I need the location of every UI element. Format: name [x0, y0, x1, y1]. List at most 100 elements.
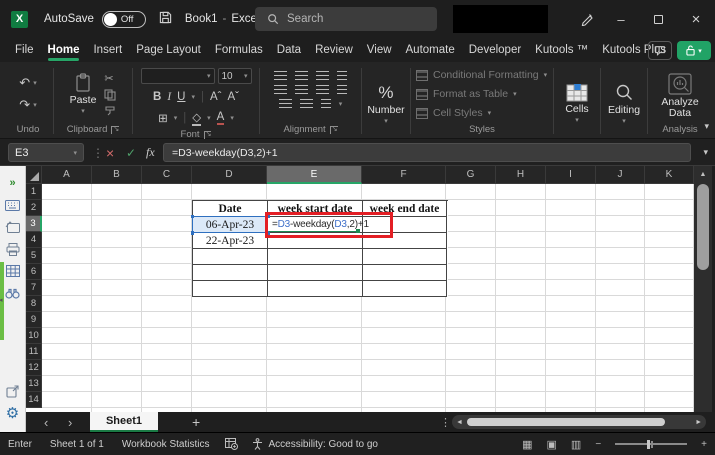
zoom-slider[interactable] [615, 439, 688, 449]
undo-button[interactable]: ↶ ▾ [19, 73, 36, 93]
tab-data[interactable]: Data [270, 40, 308, 61]
clipboard-dialog-launcher[interactable]: ↘ [111, 125, 120, 134]
horizontal-scrollbar[interactable]: ◄ ► [452, 415, 706, 429]
column-header-F[interactable]: F [362, 166, 446, 184]
table-cell[interactable] [268, 265, 363, 281]
page-layout-view-button[interactable]: ▣ [547, 438, 557, 451]
sheet-count[interactable]: Sheet 1 of 1 [50, 439, 104, 450]
zoom-in-button[interactable]: + [701, 439, 707, 450]
cell-styles-button[interactable]: Cell Styles ▾ [412, 105, 552, 122]
share-button[interactable]: ▾ [677, 41, 711, 60]
scroll-left-arrow-icon[interactable]: ◄ [452, 419, 467, 426]
analyze-data-button[interactable]: Analyze Data [661, 70, 699, 119]
table-cell[interactable] [363, 265, 447, 281]
merge-center-button[interactable] [320, 99, 331, 108]
table-cell[interactable] [193, 281, 268, 297]
column-header-E[interactable]: E [267, 166, 362, 184]
tab-kutools[interactable]: Kutools ™ [528, 40, 595, 61]
column-header-G[interactable]: G [446, 166, 496, 184]
row-header-4[interactable]: 4 [26, 232, 42, 248]
orientation-button[interactable] [337, 71, 347, 80]
paste-button[interactable]: Paste ▾ [70, 70, 96, 115]
collapse-ribbon-chevron[interactable]: ▾ [704, 121, 709, 132]
horizontal-scroll-thumb[interactable] [466, 418, 665, 426]
column-header-B[interactable]: B [92, 166, 142, 184]
maximize-button[interactable] [641, 0, 675, 38]
align-bottom-button[interactable] [316, 71, 329, 80]
select-all-corner[interactable] [26, 166, 42, 184]
expand-pane-button[interactable]: » [0, 172, 25, 194]
shrink-font-button[interactable]: Aˇ [227, 91, 239, 103]
next-sheet-button[interactable]: › [68, 412, 72, 432]
popout-pane-button[interactable] [0, 380, 25, 402]
tab-automate[interactable]: Automate [399, 40, 462, 61]
zoom-slider-thumb[interactable] [646, 439, 650, 449]
print-pane-button[interactable] [0, 238, 25, 260]
row-header-7[interactable]: 7 [26, 280, 42, 296]
enter-formula-button[interactable]: ✓ [126, 143, 136, 162]
grow-font-button[interactable]: Aˆ [210, 91, 222, 103]
collapse-pane-arrow-icon[interactable]: ◂ [0, 296, 3, 304]
tab-review[interactable]: Review [308, 40, 360, 61]
workbook-pane-button[interactable] [0, 194, 25, 216]
vertical-scroll-thumb[interactable] [697, 184, 709, 270]
workbook-statistics-button[interactable]: Workbook Statistics [122, 439, 210, 450]
page-break-view-button[interactable]: ▥ [571, 438, 581, 451]
wrap-text-button[interactable] [337, 85, 347, 94]
borders-button[interactable]: ⊞ [158, 111, 168, 125]
row-header-5[interactable]: 5 [26, 248, 42, 264]
row-header-3[interactable]: 3 [26, 216, 42, 232]
column-header-A[interactable]: A [42, 166, 92, 184]
conditional-formatting-button[interactable]: Conditional Formatting ▾ [412, 67, 552, 84]
table-cell[interactable] [193, 249, 268, 265]
copy-icon[interactable] [104, 89, 116, 101]
tab-developer[interactable]: Developer [462, 40, 528, 61]
decrease-indent-button[interactable] [278, 99, 292, 108]
format-painter-icon[interactable] [104, 105, 116, 117]
editing-button[interactable]: Editing ▾ [608, 80, 640, 125]
search-input[interactable]: Search [255, 7, 437, 31]
normal-view-button[interactable]: ▦ [522, 438, 532, 451]
redo-button[interactable]: ↷ ▾ [19, 95, 36, 115]
cancel-entry-button[interactable]: × [106, 143, 114, 162]
name-box[interactable]: E3 ▾ [8, 143, 84, 162]
format-as-table-button[interactable]: Format as Table ▾ [412, 86, 552, 103]
table-header-cell[interactable]: Date [193, 201, 268, 217]
tab-insert[interactable]: Insert [86, 40, 129, 61]
row-header-10[interactable]: 10 [26, 328, 42, 344]
workbook-statistics-icon[interactable] [225, 438, 239, 450]
bold-button[interactable]: B [153, 91, 161, 103]
add-sheet-button[interactable]: + [192, 412, 200, 432]
row-header-6[interactable]: 6 [26, 264, 42, 280]
tab-view[interactable]: View [360, 40, 399, 61]
alignment-dialog-launcher[interactable]: ↘ [329, 125, 338, 134]
table-cell[interactable] [268, 281, 363, 297]
row-header-8[interactable]: 8 [26, 296, 42, 312]
scroll-up-arrow-icon[interactable]: ▲ [694, 166, 712, 183]
form-pane-button[interactable] [0, 216, 25, 238]
tab-bar-more-dots[interactable]: ⋮ [440, 412, 451, 432]
column-header-K[interactable]: K [645, 166, 694, 184]
column-header-H[interactable]: H [496, 166, 546, 184]
autosave-toggle[interactable]: Off [101, 10, 146, 28]
font-dialog-launcher[interactable]: ↘ [203, 130, 212, 139]
formula-bar-dots[interactable]: ⋮ [92, 143, 104, 162]
row-header-1[interactable]: 1 [26, 184, 42, 200]
fill-color-button[interactable]: ◇ [192, 110, 202, 126]
row-header-13[interactable]: 13 [26, 376, 42, 392]
save-icon[interactable] [159, 11, 172, 27]
increase-indent-button[interactable] [299, 99, 313, 108]
excel-app-icon[interactable]: X [11, 10, 28, 28]
draw-pen-icon[interactable] [570, 0, 604, 38]
table-cell[interactable] [363, 249, 447, 265]
sheet-tab-sheet1[interactable]: Sheet1 [90, 412, 158, 432]
tab-home[interactable]: Home [41, 40, 87, 61]
row-header-11[interactable]: 11 [26, 344, 42, 360]
table-cell[interactable] [363, 281, 447, 297]
align-top-button[interactable] [274, 71, 287, 80]
align-middle-button[interactable] [295, 71, 308, 80]
close-button[interactable]: × [679, 0, 713, 38]
column-header-I[interactable]: I [546, 166, 596, 184]
prev-sheet-button[interactable]: ‹ [44, 412, 48, 432]
accessibility-status[interactable]: Accessibility: Good to go [268, 439, 378, 450]
